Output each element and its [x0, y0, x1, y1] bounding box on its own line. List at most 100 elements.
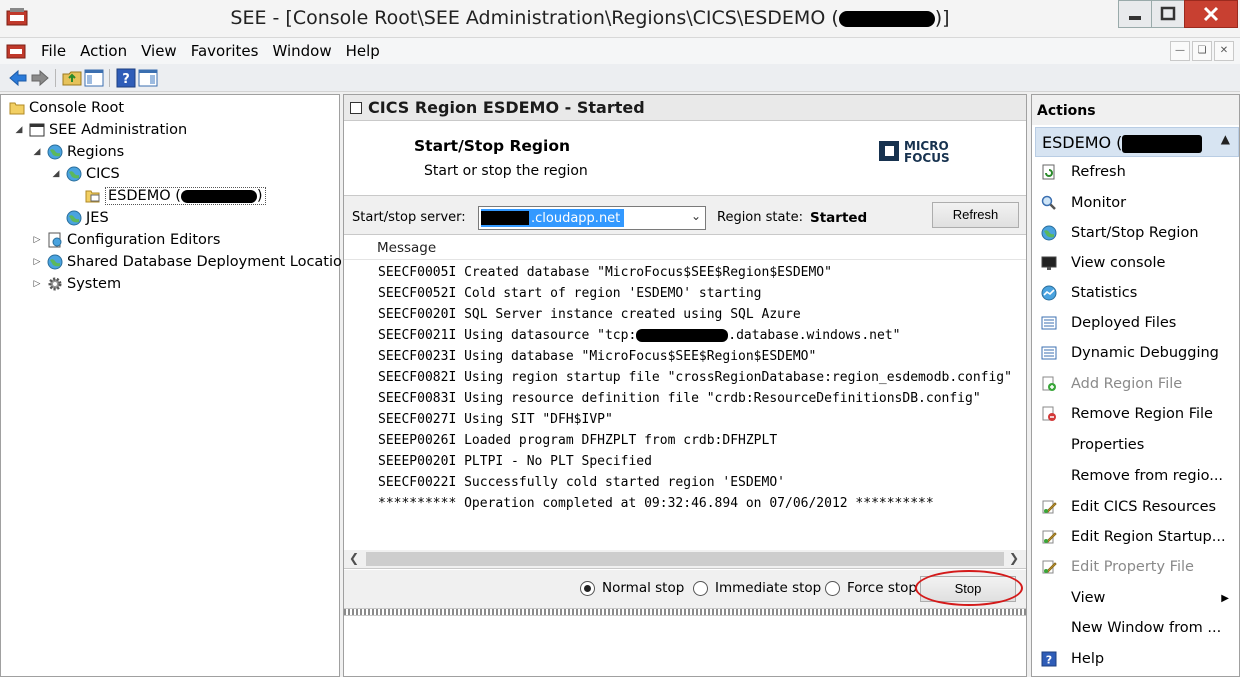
maximize-button[interactable]	[1151, 0, 1185, 28]
action-edit-cics-resources[interactable]: Edit CICS Resources	[1035, 492, 1239, 522]
stop-options-row: Normal stop Immediate stop Force stop St…	[344, 570, 1026, 608]
action-deployed-files[interactable]: Deployed Files	[1035, 308, 1239, 338]
action-dynamic-debugging[interactable]: Dynamic Debugging	[1035, 338, 1239, 368]
message-line: SEECF0005I Created database "MicroFocus$…	[378, 265, 832, 280]
panel-subtitle: Start or stop the region	[424, 163, 588, 179]
server-select[interactable]: .cloudapp.net ⌄	[478, 206, 706, 230]
blank-icon-slot	[1041, 437, 1057, 453]
config-editor-icon	[48, 232, 62, 248]
submenu-arrow-icon[interactable]: ▶	[1221, 593, 1229, 604]
action-remove-from-regio[interactable]: Remove from regio...	[1035, 461, 1239, 491]
scroll-right-icon[interactable]: ❯	[1006, 551, 1022, 567]
action-new-window-from[interactable]: New Window from ...	[1035, 613, 1239, 643]
tree-node-shared-database[interactable]: ▷ Shared Database Deployment Locations	[31, 252, 359, 272]
action-edit-property-file[interactable]: Edit Property File	[1035, 552, 1239, 582]
blank-icon-slot	[1041, 620, 1057, 636]
forward-arrow-icon[interactable]	[30, 68, 50, 88]
tree-node-esdemo[interactable]: ESDEMO ()	[69, 186, 266, 206]
svg-text:FOCUS: FOCUS	[904, 151, 950, 165]
minimize-button[interactable]	[1118, 0, 1152, 28]
show-hide-action-pane-icon[interactable]	[138, 68, 158, 88]
panel-title: Start/Stop Region	[414, 137, 570, 155]
blank-icon-slot	[1041, 590, 1057, 606]
menu-help[interactable]: Help	[339, 42, 387, 60]
console-menu-icon[interactable]	[6, 42, 26, 60]
menu-favorites[interactable]: Favorites	[184, 42, 266, 60]
menu-action[interactable]: Action	[73, 42, 134, 60]
tree-node-jes[interactable]: JES	[50, 208, 109, 228]
redacted-region-name	[1122, 134, 1203, 153]
mdi-close-button[interactable]: ✕	[1214, 41, 1234, 61]
action-monitor[interactable]: Monitor	[1035, 188, 1239, 218]
action-label: View console	[1071, 255, 1166, 271]
radio-normal-stop[interactable]: Normal stop	[580, 580, 684, 596]
collapsed-arrow-icon[interactable]: ▷	[31, 235, 43, 245]
pane-splitter[interactable]	[344, 608, 1026, 616]
action-view-console[interactable]: View console	[1035, 248, 1239, 278]
action-view[interactable]: View ▶	[1035, 583, 1239, 613]
tree-node-configuration-editors[interactable]: ▷ Configuration Editors	[31, 230, 221, 250]
message-column-header[interactable]: Message	[344, 236, 1026, 260]
redacted-server-name	[636, 329, 729, 342]
action-statistics[interactable]: Statistics	[1035, 278, 1239, 308]
server-label: Start/stop server:	[352, 210, 466, 225]
collapsed-arrow-icon[interactable]: ▷	[31, 279, 43, 289]
add-file-icon	[1041, 376, 1057, 392]
console-tree: Console Root ◢ SEE Administration ◢ Regi…	[0, 94, 359, 677]
tree-node-console-root[interactable]: Console Root	[9, 98, 124, 118]
refresh-button[interactable]: Refresh	[932, 202, 1019, 228]
action-label: Dynamic Debugging	[1071, 345, 1219, 361]
scrollbar-thumb[interactable]	[366, 552, 1004, 566]
message-line: SEEEP0026I Loaded program DFHZPLT from c…	[378, 433, 778, 448]
close-button[interactable]	[1184, 0, 1238, 28]
action-remove-region-file[interactable]: Remove Region File	[1035, 399, 1239, 429]
back-arrow-icon[interactable]	[8, 68, 28, 88]
edit-icon	[1041, 559, 1057, 575]
radio-selected-icon[interactable]	[580, 580, 595, 596]
tree-node-see-administration[interactable]: ◢ SEE Administration	[13, 120, 188, 140]
region-state-value: Started	[810, 210, 868, 226]
action-label: Edit Property File	[1071, 559, 1194, 575]
horizontal-scrollbar[interactable]: ❮ ❯	[344, 550, 1026, 568]
collapse-caret-icon[interactable]: ▲	[1221, 132, 1230, 146]
action-start-stop-region[interactable]: Start/Stop Region	[1035, 218, 1239, 248]
list-icon	[1041, 345, 1057, 361]
action-properties[interactable]: Properties	[1035, 430, 1239, 460]
tree-node-system[interactable]: ▷ System	[31, 274, 122, 294]
expanded-arrow-icon[interactable]: ◢	[50, 169, 62, 179]
expanded-arrow-icon[interactable]: ◢	[13, 125, 25, 135]
message-list[interactable]: Message SEECF0005I Created database "Mic…	[344, 236, 1026, 569]
message-line: SEECF0083I Using resource definition fil…	[378, 391, 981, 406]
up-folder-icon[interactable]	[62, 68, 82, 88]
action-label: Remove from regio...	[1071, 468, 1224, 484]
region-state-label: Region state:	[717, 210, 803, 225]
action-help[interactable]: ? Help	[1035, 644, 1239, 674]
tree-node-regions[interactable]: ◢ Regions	[31, 142, 125, 162]
menu-window[interactable]: Window	[265, 42, 338, 60]
action-label: Deployed Files	[1071, 315, 1177, 331]
actions-group-esdemo[interactable]: ESDEMO ( ▲	[1035, 127, 1239, 157]
mdi-minimize-button[interactable]: —	[1170, 41, 1190, 61]
radio-unselected-icon[interactable]	[693, 580, 708, 596]
tree-node-cics[interactable]: ◢ CICS	[50, 164, 120, 184]
collapsed-arrow-icon[interactable]: ▷	[31, 257, 43, 267]
show-hide-tree-icon[interactable]	[84, 68, 104, 88]
radio-immediate-stop[interactable]: Immediate stop	[693, 580, 821, 596]
radio-unselected-icon[interactable]	[825, 580, 840, 596]
monitor-icon	[1041, 255, 1057, 271]
folder-icon	[9, 102, 25, 115]
menu-file[interactable]: File	[34, 42, 73, 60]
mdi-restore-button[interactable]: ❏	[1192, 41, 1212, 61]
menu-view[interactable]: View	[134, 42, 184, 60]
action-refresh[interactable]: Refresh	[1035, 157, 1239, 187]
action-add-region-file[interactable]: Add Region File	[1035, 369, 1239, 399]
action-edit-region-startup[interactable]: Edit Region Startup...	[1035, 522, 1239, 552]
action-label: Properties	[1071, 437, 1145, 453]
expanded-arrow-icon[interactable]: ◢	[31, 147, 43, 157]
toolbar-separator	[55, 69, 56, 87]
svg-text:?: ?	[122, 72, 130, 87]
scroll-left-icon[interactable]: ❮	[346, 551, 362, 567]
radio-force-stop[interactable]: Force stop	[825, 580, 917, 596]
help-icon[interactable]: ?	[116, 68, 136, 88]
chevron-down-icon[interactable]: ⌄	[691, 209, 701, 223]
